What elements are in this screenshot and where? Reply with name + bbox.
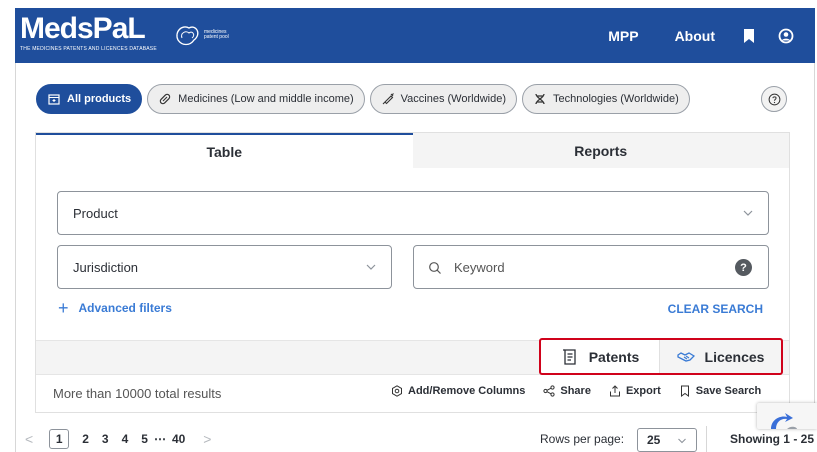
chevron-down-icon (743, 210, 753, 216)
add-remove-columns-button[interactable]: Add/Remove Columns (391, 385, 525, 397)
medspal-logo[interactable]: MedsPaL THE MEDICINES PATENTS AND LICENC… (20, 12, 157, 53)
keyword-help-icon[interactable]: ? (735, 259, 752, 276)
brand-name: MedsPaL (20, 12, 146, 45)
clear-search-button[interactable]: CLEAR SEARCH (668, 302, 763, 316)
chip-label: All products (67, 93, 132, 105)
add-remove-columns-label: Add/Remove Columns (408, 385, 526, 397)
prev-page-icon[interactable]: < (25, 431, 33, 447)
results-count: More than 10000 total results (53, 386, 222, 401)
keyword-input[interactable]: Keyword ? (413, 245, 769, 289)
box-icon (48, 94, 60, 105)
chip-label: Medicines (Low and middle income) (178, 93, 354, 105)
chip-medicines[interactable]: Medicines (Low and middle income) (147, 84, 365, 114)
page-last[interactable]: 40 (172, 432, 185, 446)
bookmark-icon[interactable] (741, 28, 757, 44)
pagination-ellipsis: ⋯ (153, 432, 166, 446)
filter-panel: Product Jurisdiction Keyword ? + Advance… (35, 168, 790, 413)
account-icon[interactable] (778, 28, 794, 44)
page-3[interactable]: 3 (102, 432, 109, 446)
results-bar: More than 10000 total results Add/Remove… (36, 374, 789, 412)
rows-per-page-value: 25 (647, 433, 661, 447)
brand-subtitle: THE MEDICINES PATENTS AND LICENCES DATAB… (20, 46, 157, 52)
page-5[interactable]: 5 (141, 432, 148, 446)
rows-per-page-label: Rows per page: (540, 432, 625, 446)
view-tabs: Table Reports (35, 132, 790, 168)
jurisdiction-select[interactable]: Jurisdiction (57, 245, 392, 289)
page-2[interactable]: 2 (82, 432, 89, 446)
dna-icon (535, 93, 545, 105)
help-icon (768, 93, 780, 105)
settings-icon (392, 385, 402, 397)
keyword-placeholder: Keyword (454, 259, 505, 275)
save-search-button[interactable]: Save Search (679, 385, 761, 397)
chip-technologies[interactable]: Technologies (Worldwide) (522, 84, 690, 114)
mpp-logo-icon (176, 26, 199, 46)
page-4[interactable]: 4 (122, 432, 129, 446)
search-icon (429, 262, 441, 274)
mpp-logo[interactable]: medicines patent pool (172, 20, 232, 50)
page-1[interactable]: 1 (49, 429, 70, 449)
save-search-label: Save Search (695, 385, 762, 397)
chip-label: Technologies (Worldwide) (553, 93, 679, 105)
share-icon (543, 385, 555, 397)
syringe-icon (382, 93, 394, 105)
chip-vaccines[interactable]: Vaccines (Worldwide) (369, 84, 517, 114)
frame-border (15, 63, 16, 452)
partner-logo-text: medicines patent pool (204, 29, 229, 40)
advanced-filters-link[interactable]: + Advanced filters (58, 298, 172, 318)
advanced-filters-label: Advanced filters (78, 301, 172, 315)
category-filter-chips: All products Medicines (Low and middle i… (36, 84, 690, 114)
share-label: Share (560, 385, 591, 397)
tab-reports[interactable]: Reports (412, 133, 789, 168)
recaptcha-badge[interactable] (757, 403, 817, 429)
nav-mpp-link[interactable]: MPP (608, 28, 638, 44)
chip-all-products[interactable]: All products (36, 84, 143, 114)
next-page-icon[interactable]: > (203, 431, 211, 447)
export-button[interactable]: Export (609, 385, 661, 397)
product-select[interactable]: Product (57, 191, 769, 235)
help-button[interactable] (761, 86, 787, 112)
share-button[interactable]: Share (543, 385, 591, 397)
top-header: MedsPaL THE MEDICINES PATENTS AND LICENC… (15, 8, 815, 63)
plus-icon: + (58, 298, 69, 318)
chip-label: Vaccines (Worldwide) (400, 93, 506, 105)
export-icon (609, 385, 620, 397)
results-actions: Add/Remove Columns Share Export Save Sea… (391, 385, 779, 397)
pagination: < 1 2 3 4 5 ⋯ 40 > (25, 429, 211, 449)
showing-range: Showing 1 - 25 (706, 426, 814, 452)
tab-table[interactable]: Table (36, 133, 413, 168)
chevron-down-icon (678, 438, 686, 444)
frame-border (814, 63, 815, 413)
export-label: Export (625, 385, 661, 397)
product-label: Product (73, 205, 118, 221)
nav-about-link[interactable]: About (675, 28, 715, 44)
chevron-down-icon (366, 264, 376, 270)
top-nav: MPP About (608, 8, 815, 63)
bookmark-outline-icon (680, 385, 689, 397)
recaptcha-icon (771, 413, 797, 429)
rows-per-page-select[interactable]: 25 (637, 428, 697, 452)
pill-icon (159, 93, 171, 105)
highlight-box (539, 338, 783, 375)
jurisdiction-label: Jurisdiction (73, 259, 139, 275)
